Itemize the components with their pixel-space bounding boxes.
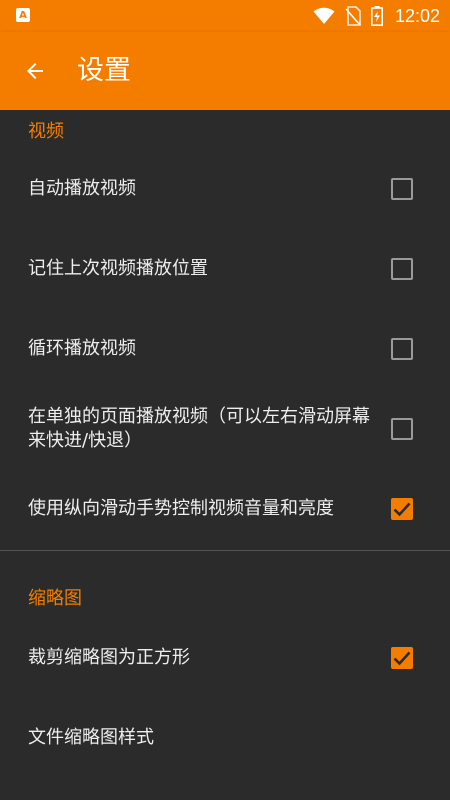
setting-label: 记住上次视频播放位置 bbox=[28, 258, 208, 279]
no-sim-icon bbox=[345, 6, 361, 26]
battery-charging-icon bbox=[370, 6, 383, 26]
autoplay-video-checkbox[interactable] bbox=[391, 178, 413, 200]
setting-label: 文件缩略图样式 bbox=[28, 727, 154, 748]
setting-loop-video[interactable]: 循环播放视频 bbox=[0, 309, 450, 389]
page-title: 设置 bbox=[77, 55, 131, 86]
setting-label: 在单独的页面播放视频（可以左右滑动屏幕来快进/快退） bbox=[28, 406, 370, 451]
wifi-icon bbox=[313, 7, 335, 24]
back-button[interactable] bbox=[18, 54, 52, 88]
checkmark-icon bbox=[393, 651, 411, 666]
setting-label: 循环播放视频 bbox=[28, 338, 136, 359]
loop-video-checkbox[interactable] bbox=[391, 338, 413, 360]
setting-label: 使用纵向滑动手势控制视频音量和亮度 bbox=[28, 498, 334, 519]
setting-separate-page[interactable]: 在单独的页面播放视频（可以左右滑动屏幕来快进/快退） bbox=[0, 389, 450, 469]
status-icons: 12:02 bbox=[313, 0, 440, 32]
remember-position-checkbox[interactable] bbox=[391, 258, 413, 280]
checkmark-icon bbox=[393, 502, 411, 517]
status-time: 12:02 bbox=[394, 5, 440, 26]
section-header-thumbnails: 缩略图 bbox=[28, 588, 82, 609]
section-header-video: 视频 bbox=[28, 121, 64, 142]
setting-label: 裁剪缩略图为正方形 bbox=[28, 647, 190, 668]
app-notification-icon: A bbox=[16, 8, 30, 22]
crop-thumbnails-checkbox[interactable] bbox=[391, 647, 413, 669]
status-bar: A 12:02 bbox=[0, 0, 450, 32]
setting-label: 自动播放视频 bbox=[28, 178, 136, 199]
section-divider bbox=[0, 550, 450, 551]
setting-thumbnail-style[interactable]: 文件缩略图样式 bbox=[0, 698, 450, 778]
setting-swipe-gestures[interactable]: 使用纵向滑动手势控制视频音量和亮度 bbox=[0, 469, 450, 549]
setting-autoplay-video[interactable]: 自动播放视频 bbox=[0, 149, 450, 229]
settings-list: 视频 自动播放视频 记住上次视频播放位置 循环播放视频 在单独的页面播放视频（可… bbox=[0, 110, 450, 800]
app-toolbar: 设置 bbox=[0, 32, 450, 110]
swipe-gestures-checkbox[interactable] bbox=[391, 498, 413, 520]
arrow-left-icon bbox=[27, 63, 43, 79]
setting-crop-thumbnails[interactable]: 裁剪缩略图为正方形 bbox=[0, 618, 450, 698]
setting-remember-position[interactable]: 记住上次视频播放位置 bbox=[0, 229, 450, 309]
separate-page-checkbox[interactable] bbox=[391, 418, 413, 440]
